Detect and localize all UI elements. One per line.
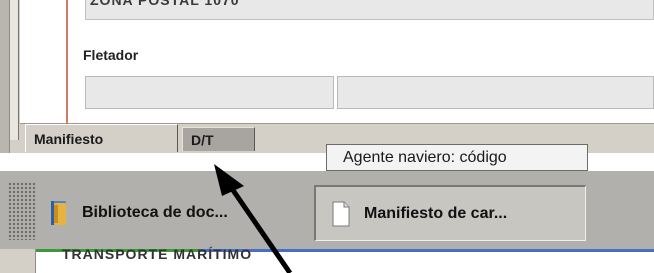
taskbar-button-label: Manifiesto de car... <box>364 204 508 222</box>
taskbar-grip-handle[interactable] <box>8 182 36 240</box>
fletador-name-field[interactable] <box>337 76 654 109</box>
postal-code-value: ZONA POSTAL 1070 <box>90 0 240 8</box>
background-window-title: TRANSPORTE MARÍTIMO <box>62 246 253 262</box>
fletador-code-field[interactable] <box>85 76 334 109</box>
fletador-label: Fletador <box>83 47 139 63</box>
tab-manifiesto[interactable]: Manifiesto <box>25 124 178 152</box>
background-window-accent-blue <box>200 249 654 252</box>
background-window-left-border <box>0 249 36 273</box>
taskbar-button-label: Biblioteca de doc... <box>82 204 228 221</box>
taskbar-button-biblioteca[interactable]: Biblioteca de doc... <box>44 185 308 241</box>
form-margin-line <box>66 0 68 124</box>
library-book-icon <box>44 198 74 228</box>
taskbar-button-manifiesto[interactable]: Manifiesto de car... <box>314 185 586 241</box>
window-inner-border <box>10 0 19 140</box>
tooltip: Agente naviero: código <box>326 144 588 171</box>
postal-code-field[interactable]: ZONA POSTAL 1070 <box>85 0 654 20</box>
tab-dt[interactable]: D/T <box>182 127 255 151</box>
document-icon <box>326 199 356 229</box>
window-left-border <box>0 0 10 153</box>
